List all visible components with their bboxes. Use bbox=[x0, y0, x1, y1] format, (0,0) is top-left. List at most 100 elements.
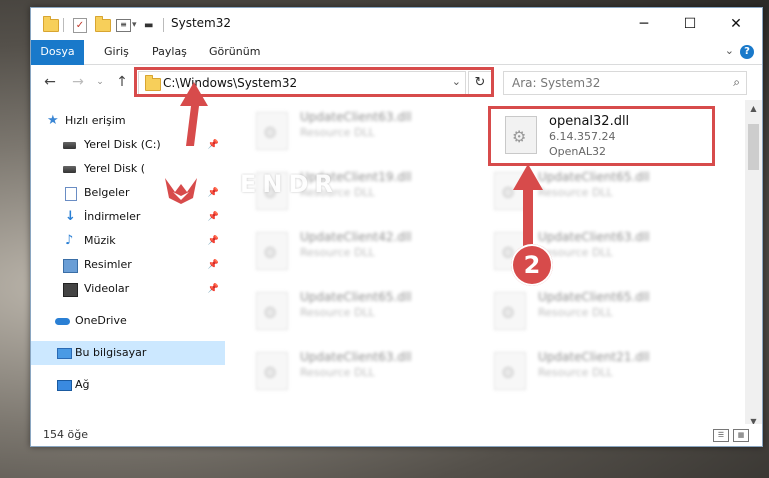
document-icon bbox=[65, 187, 77, 201]
file-type: Resource DLL bbox=[538, 306, 613, 319]
recent-locations-chevron-icon[interactable]: ⌄ bbox=[91, 73, 109, 91]
file-item[interactable]: UpdateClient65.dll Resource DLL bbox=[480, 286, 710, 336]
music-icon: ♪ bbox=[65, 233, 74, 248]
sidebar-item-label: OneDrive bbox=[75, 314, 127, 327]
star-icon: ★ bbox=[47, 113, 59, 128]
arrow-up-to-address-icon bbox=[180, 82, 208, 146]
sidebar-item-label: Bu bilgisayar bbox=[75, 346, 147, 359]
file-item[interactable]: UpdateClient63.dll Resource DLL bbox=[242, 106, 472, 156]
pin-icon[interactable]: 📌 bbox=[208, 205, 219, 229]
network-icon bbox=[57, 380, 72, 391]
file-type: Resource DLL bbox=[538, 186, 613, 199]
toolbar-separator bbox=[63, 17, 64, 33]
dll-file-icon bbox=[494, 352, 526, 390]
file-type: Resource DLL bbox=[300, 126, 375, 139]
search-icon[interactable]: ⌕ bbox=[733, 75, 740, 90]
file-item[interactable]: UpdateClient42.dll Resource DLL bbox=[242, 226, 472, 276]
details-view-icon[interactable]: ☰ bbox=[713, 429, 729, 442]
arrow-up-to-file-icon bbox=[513, 164, 543, 252]
file-name: UpdateClient65.dll bbox=[538, 170, 650, 184]
sidebar-item-downloads[interactable]: ↓ İndirmeler 📌 bbox=[31, 205, 225, 229]
ribbon-tabs: Dosya Giriş Paylaş Görünüm ⌄ ? bbox=[31, 40, 762, 90]
file-item[interactable]: UpdateClient63.dll Resource DLL bbox=[242, 346, 472, 396]
pin-icon[interactable]: 📌 bbox=[208, 181, 219, 205]
large-icons-view-icon[interactable]: ▦ bbox=[733, 429, 749, 442]
tab-home[interactable]: Giriş bbox=[104, 40, 129, 64]
title-bar: ✓ ≡ ▾ ▬ System32 ─ ☐ ✕ bbox=[31, 8, 762, 40]
cloud-icon bbox=[55, 318, 70, 325]
file-type: Resource DLL bbox=[300, 366, 375, 379]
expand-ribbon-chevron-icon[interactable]: ⌄ bbox=[725, 44, 734, 57]
title-separator bbox=[163, 17, 164, 33]
dll-file-icon bbox=[256, 112, 288, 150]
up-arrow-icon[interactable]: ↑ bbox=[113, 73, 131, 91]
file-item[interactable]: UpdateClient65.dll Resource DLL bbox=[242, 286, 472, 336]
sidebar-item-label: İndirmeler bbox=[84, 210, 141, 223]
file-item[interactable]: UpdateClient21.dll Resource DLL bbox=[480, 346, 710, 396]
videos-icon bbox=[63, 283, 78, 297]
properties-check-icon[interactable]: ✓ bbox=[73, 17, 87, 33]
window-title: System32 bbox=[171, 16, 232, 30]
sidebar-item-onedrive[interactable]: OneDrive bbox=[31, 309, 225, 333]
maximize-button[interactable]: ☐ bbox=[667, 8, 713, 40]
download-icon: ↓ bbox=[65, 209, 76, 224]
step-number-badge: 2 bbox=[511, 244, 553, 286]
drive-icon bbox=[63, 142, 76, 149]
sidebar-item-music[interactable]: ♪ Müzik 📌 bbox=[31, 229, 225, 253]
customize-toolbar-icon[interactable]: ▬ bbox=[144, 17, 153, 33]
tab-view[interactable]: Görünüm bbox=[209, 40, 260, 64]
help-icon[interactable]: ? bbox=[740, 45, 754, 59]
close-button[interactable]: ✕ bbox=[713, 8, 759, 40]
sidebar-item-videos[interactable]: Videolar 📌 bbox=[31, 277, 225, 301]
sidebar-item-label: Yerel Dis⁠k (C:) bbox=[84, 138, 161, 151]
forward-arrow-icon[interactable]: → bbox=[69, 73, 87, 91]
search-placeholder: Ara: System32 bbox=[512, 76, 601, 90]
file-name: UpdateClient21.dll bbox=[538, 350, 650, 364]
sidebar-item-label: Yerel Disk ( bbox=[84, 162, 146, 175]
scrollbar-thumb[interactable] bbox=[748, 124, 759, 170]
sidebar-item-label: Hızlı erişim bbox=[65, 114, 126, 127]
vertical-scrollbar[interactable]: ▲ ▼ bbox=[745, 100, 762, 430]
minimize-button[interactable]: ─ bbox=[621, 8, 667, 40]
scroll-up-icon[interactable]: ▲ bbox=[745, 100, 762, 117]
item-count: 154 öğe bbox=[43, 428, 88, 441]
file-name: UpdateClient65.dll bbox=[300, 290, 412, 304]
customize-toolbar-chevron-icon[interactable]: ▾ bbox=[132, 17, 137, 33]
dll-file-icon bbox=[256, 352, 288, 390]
sidebar-item-label: Videolar bbox=[84, 282, 130, 295]
drive-icon bbox=[63, 166, 76, 173]
back-arrow-icon[interactable]: ← bbox=[41, 73, 59, 91]
file-name: UpdateClient63.dll bbox=[300, 350, 412, 364]
pin-icon[interactable]: 📌 bbox=[208, 229, 219, 253]
sidebar-item-label: Ağ bbox=[75, 378, 90, 391]
openal32-highlight-box bbox=[488, 106, 715, 166]
search-box[interactable]: Ara: System32 ⌕ bbox=[503, 71, 747, 95]
new-folder-icon[interactable] bbox=[95, 15, 111, 33]
file-name: UpdateClient63.dll bbox=[538, 230, 650, 244]
explorer-window: ✓ ≡ ▾ ▬ System32 ─ ☐ ✕ Dosya Giriş Payla… bbox=[30, 7, 763, 447]
computer-icon bbox=[57, 348, 72, 359]
sidebar-item-label: Belgeler bbox=[84, 186, 130, 199]
sidebar-item-this-pc[interactable]: Bu bilgisayar bbox=[31, 341, 225, 365]
sidebar-item-label: Resimler bbox=[84, 258, 132, 271]
folder-icon bbox=[43, 15, 59, 33]
watermark-logo-icon bbox=[165, 178, 197, 204]
properties-icon[interactable]: ≡ bbox=[116, 17, 131, 33]
sidebar-item-pictures[interactable]: Resimler 📌 bbox=[31, 253, 225, 277]
sidebar-item-network[interactable]: Ağ bbox=[31, 373, 225, 397]
dll-file-icon bbox=[256, 232, 288, 270]
file-name: UpdateClient65.dll bbox=[538, 290, 650, 304]
tab-share[interactable]: Paylaş bbox=[152, 40, 187, 64]
file-name: UpdateClient42.dll bbox=[300, 230, 412, 244]
file-name: UpdateClient63.dll bbox=[300, 110, 412, 124]
status-bar: 154 öğe ☰ ▦ bbox=[31, 424, 762, 446]
pin-icon[interactable]: 📌 bbox=[208, 253, 219, 277]
dll-file-icon bbox=[256, 292, 288, 330]
pictures-icon bbox=[63, 259, 78, 273]
file-type: Resource DLL bbox=[300, 306, 375, 319]
navigation-bar: ← → ⌄ ↑ C:\Windows\System32 ⌄ ↻ Ara: Sys… bbox=[31, 65, 762, 99]
watermark-text: ENDR bbox=[240, 170, 339, 198]
file-type: Resource DLL bbox=[300, 246, 375, 259]
file-type: Resource DLL bbox=[538, 366, 613, 379]
pin-icon[interactable]: 📌 bbox=[208, 277, 219, 301]
